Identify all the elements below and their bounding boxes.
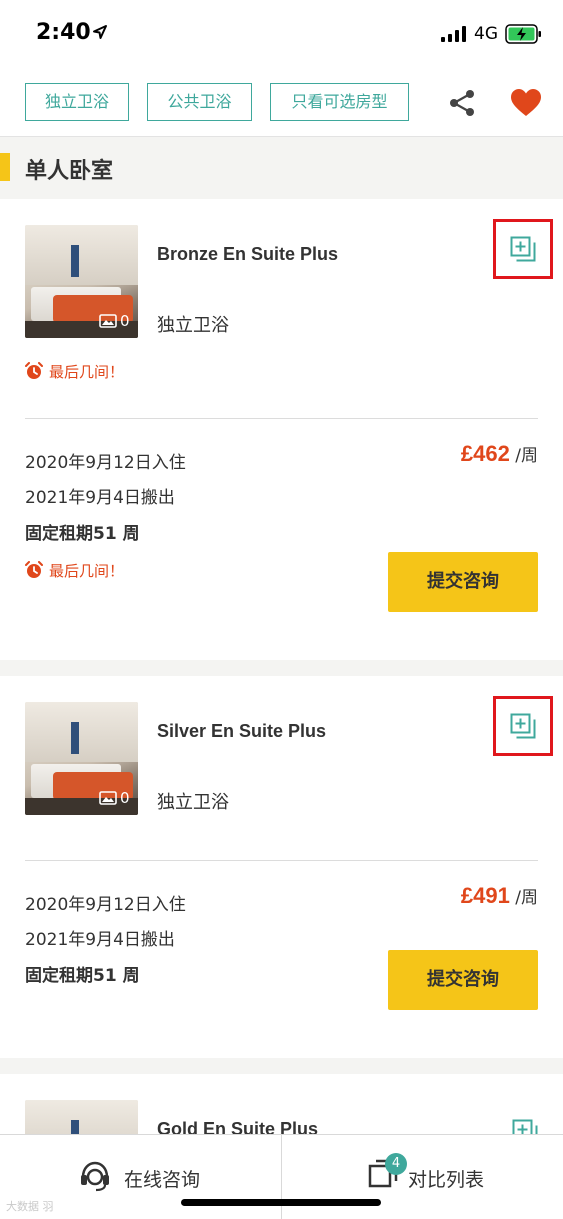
filter-chip-shared-bath[interactable]: 公共卫浴	[147, 83, 252, 121]
home-indicator	[181, 1199, 381, 1206]
submit-inquiry-button[interactable]: 提交咨询	[388, 552, 538, 612]
photo-count: 0	[120, 312, 130, 330]
location-arrow-icon	[93, 25, 107, 39]
add-to-compare-button[interactable]	[493, 219, 553, 279]
status-bar: 2:40 4G	[0, 0, 563, 70]
cellular-signal-icon	[441, 26, 466, 42]
lease-term: 固定租期51 周	[25, 966, 140, 986]
card-separator	[0, 660, 563, 676]
share-icon[interactable]	[447, 88, 477, 118]
filter-chip-available-only[interactable]: 只看可选房型	[270, 83, 409, 121]
price-amount: £462	[460, 441, 510, 466]
battery-charging-icon	[505, 24, 541, 44]
compare-add-icon[interactable]	[512, 1119, 538, 1134]
alarm-clock-icon	[25, 362, 43, 379]
room-photo[interactable]	[25, 1100, 138, 1134]
section-title: 单人卧室	[25, 159, 114, 184]
compare-add-icon	[510, 713, 536, 739]
room-card: 0 Bronze En Suite Plus 独立卫浴 最后几间！ 2020年9…	[0, 199, 563, 660]
move-out-date: 2021年9月4日搬出	[25, 488, 175, 508]
divider	[25, 860, 538, 861]
room-photo[interactable]: 0	[25, 225, 138, 338]
add-to-compare-button[interactable]	[493, 696, 553, 756]
room-bathroom-type: 独立卫浴	[157, 315, 229, 336]
image-icon	[99, 314, 117, 328]
card-separator	[0, 1058, 563, 1074]
bottom-action-bar: 在线咨询 4 对比列表	[0, 1134, 563, 1219]
price-amount: £491	[460, 883, 510, 908]
section-accent-bar	[0, 153, 10, 181]
room-bathroom-type: 独立卫浴	[157, 792, 229, 813]
image-icon	[99, 791, 117, 805]
room-price: £462 /周	[461, 441, 538, 467]
price-unit: /周	[515, 888, 538, 908]
room-name[interactable]: Gold En Suite Plus	[157, 1119, 318, 1134]
divider	[25, 418, 538, 419]
move-in-date: 2020年9月12日入住	[25, 895, 186, 915]
consult-label: 在线咨询	[124, 1169, 201, 1191]
compare-list-button[interactable]: 4 对比列表	[281, 1135, 563, 1219]
filter-bar: 独立卫浴 公共卫浴 只看可选房型	[0, 70, 563, 137]
room-name[interactable]: Silver En Suite Plus	[157, 721, 326, 742]
status-time: 2:40	[36, 20, 91, 45]
room-photo[interactable]: 0	[25, 702, 138, 815]
compare-count-badge: 4	[385, 1153, 407, 1175]
room-name[interactable]: Bronze En Suite Plus	[157, 244, 338, 265]
lease-term: 固定租期51 周	[25, 524, 140, 544]
headset-icon	[81, 1161, 109, 1192]
room-price: £491 /周	[461, 883, 538, 909]
submit-inquiry-button[interactable]: 提交咨询	[388, 950, 538, 1010]
heart-icon[interactable]	[510, 88, 542, 118]
alert-text: 最后几间！	[49, 363, 125, 381]
move-in-date: 2020年9月12日入住	[25, 453, 186, 473]
watermark: 大数据 羽	[6, 1200, 54, 1213]
alarm-clock-icon	[25, 561, 43, 578]
availability-alert: 最后几间！	[25, 361, 124, 382]
network-type: 4G	[474, 24, 498, 44]
compare-label: 对比列表	[408, 1169, 485, 1191]
room-card: Gold En Suite Plus	[0, 1074, 563, 1134]
alert-text: 最后几间！	[49, 562, 125, 580]
price-unit: /周	[515, 446, 538, 466]
photo-count: 0	[120, 789, 130, 807]
filter-chip-private-bath[interactable]: 独立卫浴	[25, 83, 129, 121]
section-header: 单人卧室	[0, 137, 563, 199]
room-card: 0 Silver En Suite Plus 独立卫浴 2020年9月12日入住…	[0, 676, 563, 1058]
move-out-date: 2021年9月4日搬出	[25, 930, 175, 950]
compare-add-icon	[510, 236, 536, 262]
availability-alert: 最后几间！	[25, 560, 124, 581]
